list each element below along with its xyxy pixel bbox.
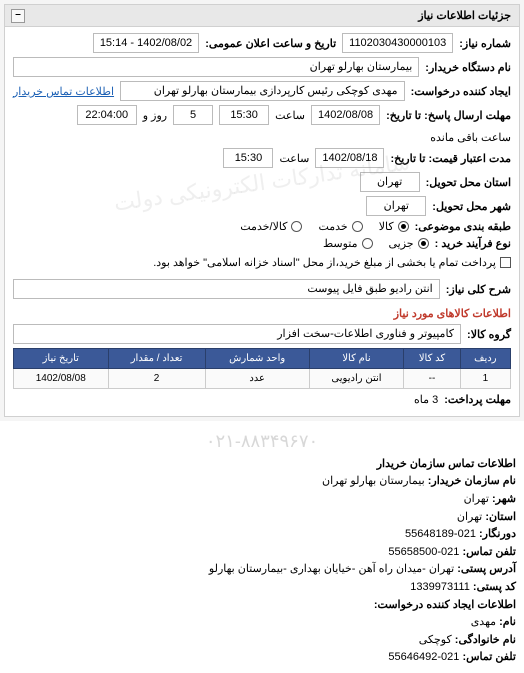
c-fax: 021-55648189 xyxy=(405,528,476,540)
cell-row: 1 xyxy=(460,369,510,389)
cell-name: انتن رادیویی xyxy=(309,369,404,389)
th-unit: واحد شمارش xyxy=(205,349,309,369)
c-org-label: نام سازمان خریدار: xyxy=(428,475,516,487)
c-postal: 1339973111 xyxy=(410,581,470,593)
announce-label: تاریخ و ساعت اعلان عمومی: xyxy=(205,37,336,50)
radio-service[interactable] xyxy=(352,221,363,232)
th-date: تاریخ نیاز xyxy=(14,349,109,369)
settlement-note: پرداخت تمام یا بخشی از مبلغ خرید،از محل … xyxy=(153,256,496,269)
city-label: شهر محل تحویل: xyxy=(432,200,511,213)
minimize-icon[interactable]: – xyxy=(11,9,25,23)
c-fname: مهدی xyxy=(471,616,496,628)
general-desc-label: شرح کلی نیاز: xyxy=(446,283,511,296)
panel-title: جزئیات اطلاعات نیاز xyxy=(418,10,511,22)
rooz-va-label: روز و xyxy=(143,109,167,122)
radio-small[interactable] xyxy=(418,238,429,249)
radio-goods[interactable] xyxy=(398,221,409,232)
validity-to-label: مدت اعتبار قیمت: تا تاریخ: xyxy=(390,152,511,165)
announce-value: 1402/08/02 - 15:14 xyxy=(93,33,199,53)
payment-deadline-value: 3 ماه xyxy=(414,393,438,406)
cat-service-label: خدمت xyxy=(318,220,347,233)
c-phone: 021-55658500 xyxy=(388,546,459,558)
c-city: تهران xyxy=(464,493,489,505)
checkbox-settlement[interactable] xyxy=(500,257,511,268)
province-value: تهران xyxy=(360,172,420,192)
validity-time-value: 15:30 xyxy=(223,148,273,168)
c-province: تهران xyxy=(457,511,482,523)
panel-body: شماره نیاز: 1102030430000103 تاریخ و ساع… xyxy=(5,27,519,416)
c-address: تهران -میدان راه آهن -خیایان بهداری -بیم… xyxy=(209,563,454,575)
buyer-org-label: نام دستگاه خریدار: xyxy=(425,61,511,74)
days-remaining-value: 5 xyxy=(173,105,213,125)
deadline-date-value: 1402/08/08 xyxy=(311,105,380,125)
goods-group-value: کامپیوتر و فناوری اطلاعات-سخت افزار xyxy=(13,324,461,344)
goods-group-label: گروه کالا: xyxy=(467,328,511,341)
c-phone-label: تلفن تماس: xyxy=(462,546,516,558)
c-fax-label: دورنگار: xyxy=(479,528,516,540)
radio-medium[interactable] xyxy=(362,238,373,249)
category-label: طبقه بندی موضوعی: xyxy=(415,220,511,233)
c-requester-title: اطلاعات ایجاد کننده درخواست: xyxy=(374,599,516,611)
c-lname: کوچکی xyxy=(419,634,452,646)
deadline-to-label: مهلت ارسال پاسخ: تا تاریخ: xyxy=(386,109,511,122)
requester-value: مهدی کوچکی رئیس کارپردازی بیمارستان بهار… xyxy=(120,81,405,101)
th-qty: تعداد / مقدار xyxy=(108,349,205,369)
contact-section: ۰۲۱-۸۸۳۴۹۶۷۰ اطلاعات تماس سازمان خریدار … xyxy=(0,421,524,673)
c-city-label: شهر: xyxy=(492,493,516,505)
cell-qty: 2 xyxy=(108,369,205,389)
c-org: بیمارستان بهارلو تهران xyxy=(322,475,425,487)
buyer-org-value: بیمارستان بهارلو تهران xyxy=(13,57,419,77)
remaining-label: ساعت باقی مانده xyxy=(430,131,511,144)
c-req-phone-label: تلفن تماس: xyxy=(462,651,516,663)
need-no-value: 1102030430000103 xyxy=(342,33,453,53)
validity-date-value: 1402/08/18 xyxy=(315,148,384,168)
radio-both[interactable] xyxy=(291,221,302,232)
payment-deadline-label: مهلت پرداخت: xyxy=(444,393,511,406)
watermark-phone: ۰۲۱-۸۸۳۴۹۶۷۰ xyxy=(8,427,516,456)
buyer-contact-link[interactable]: اطلاعات تماس خریدار xyxy=(13,85,114,98)
cat-both-label: کالا/خدمت xyxy=(240,220,287,233)
c-lname-label: نام خانوادگی: xyxy=(455,634,516,646)
th-row: ردیف xyxy=(460,349,510,369)
pt-medium-label: متوسط xyxy=(323,237,358,250)
th-name: نام کالا xyxy=(309,349,404,369)
purchase-type-label: نوع فرآیند خرید : xyxy=(435,237,511,250)
th-code: کد کالا xyxy=(404,349,460,369)
city-value: تهران xyxy=(366,196,426,216)
c-req-phone: 021-55646492 xyxy=(388,651,459,663)
need-no-label: شماره نیاز: xyxy=(459,37,511,50)
goods-info-title: اطلاعات کالاهای مورد نیاز xyxy=(13,307,511,320)
goods-table: ردیف کد کالا نام کالا واحد شمارش تعداد /… xyxy=(13,348,511,389)
panel-header: جزئیات اطلاعات نیاز – xyxy=(5,5,519,27)
c-province-label: استان: xyxy=(485,511,516,523)
saat-label-1: ساعت xyxy=(275,109,305,122)
c-fname-label: نام: xyxy=(499,616,516,628)
pt-small-label: جزیی xyxy=(389,237,414,250)
c-address-label: آدرس پستی: xyxy=(457,563,516,575)
requester-label: ایجاد کننده درخواست: xyxy=(411,85,511,98)
c-postal-label: کد پستی: xyxy=(473,581,516,593)
cell-code: -- xyxy=(404,369,460,389)
table-row[interactable]: 1 -- انتن رادیویی عدد 2 1402/08/08 xyxy=(14,369,511,389)
deadline-time-value: 15:30 xyxy=(219,105,269,125)
cell-date: 1402/08/08 xyxy=(14,369,109,389)
details-panel: جزئیات اطلاعات نیاز – شماره نیاز: 110203… xyxy=(4,4,520,417)
province-label: استان محل تحویل: xyxy=(426,176,511,189)
saat-label-2: ساعت xyxy=(279,152,309,165)
general-desc-value: انتن رادیو طبق فایل پیوست xyxy=(13,279,440,299)
cat-goods-label: کالا xyxy=(379,220,394,233)
time-remaining-value: 22:04:00 xyxy=(77,105,137,125)
cell-unit: عدد xyxy=(205,369,309,389)
contact-title: اطلاعات تماس سازمان خریدار xyxy=(377,458,516,470)
